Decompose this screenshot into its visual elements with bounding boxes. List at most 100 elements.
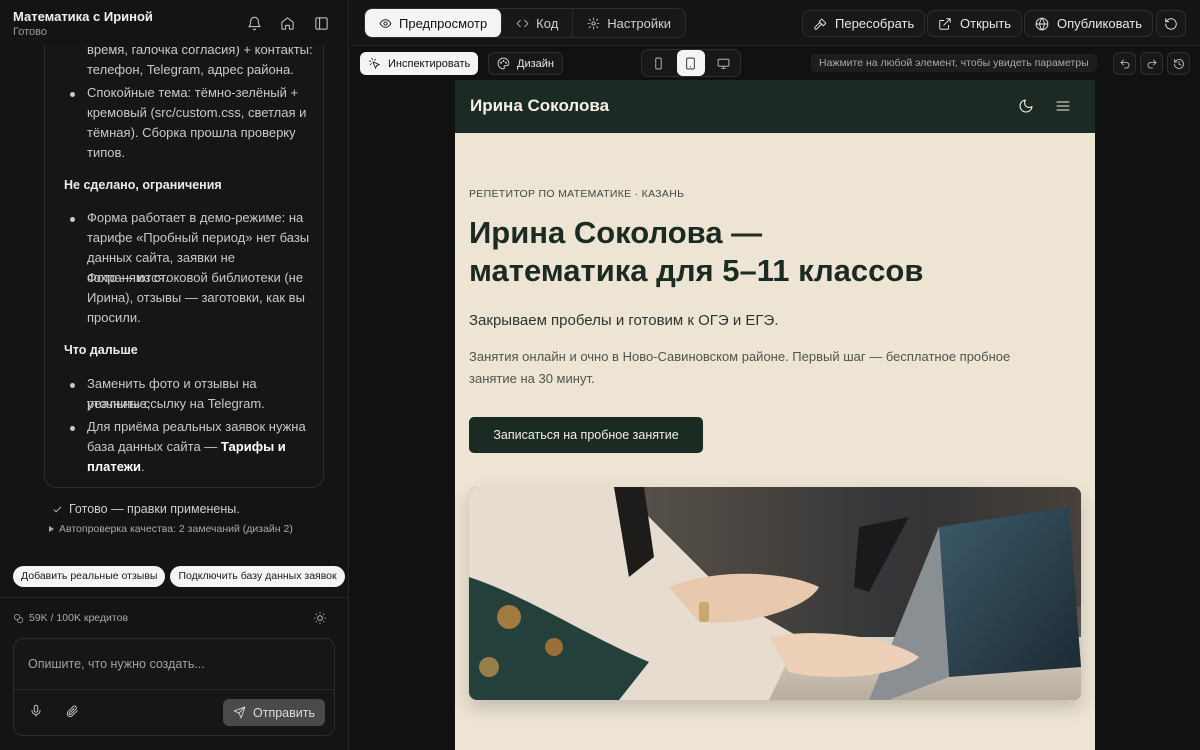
trial-lesson-button[interactable]: Записаться на пробное занятие <box>469 417 703 453</box>
send-button[interactable]: Отправить <box>223 699 325 726</box>
caret-right-icon <box>49 526 54 532</box>
undo-button[interactable] <box>1113 52 1136 75</box>
coins-icon <box>14 613 24 623</box>
quality-check-text: Автопроверка качества: 2 замечаний (диза… <box>59 523 293 535</box>
hero-photo-illustration <box>469 487 1081 700</box>
prompt-input[interactable] <box>15 640 333 688</box>
tab-code[interactable]: Код <box>502 9 574 37</box>
publish-button[interactable]: Опубликовать <box>1024 10 1154 37</box>
device-desktop[interactable] <box>710 50 738 76</box>
chat-panel: время, галочка согласия) + контакты: тел… <box>0 0 349 750</box>
pricing-link[interactable]: платежи <box>87 459 141 474</box>
site-navbar: Ирина Соколова <box>455 80 1095 133</box>
theme-toggle-button[interactable] <box>313 611 329 627</box>
redo-button[interactable] <box>1140 52 1163 75</box>
inspect-button[interactable]: Инспектировать <box>360 52 479 75</box>
message-line: типов. <box>87 145 126 160</box>
code-icon <box>516 19 529 27</box>
tab-label: Код <box>536 15 559 31</box>
design-label: Дизайн <box>517 57 554 70</box>
smartphone-icon <box>655 57 662 69</box>
message-line: Фото — из стоковой библиотеки (не <box>87 270 304 285</box>
status-done-text: Готово — правки применены. <box>69 502 240 516</box>
message-text: база данных сайта — <box>87 439 221 454</box>
monitor-icon <box>717 58 730 69</box>
inspect-hint: Нажмите на любой элемент, чтобы увидеть … <box>811 54 1097 72</box>
hero-photo <box>469 487 1081 700</box>
view-tabs: Предпросмотр Код Настройки <box>364 8 687 38</box>
send-label: Отправить <box>253 705 315 720</box>
hammer-icon <box>814 18 827 30</box>
message-line: Для приёма реальных заявок нужна <box>87 419 306 434</box>
divider <box>14 689 334 690</box>
gear-icon <box>587 17 600 29</box>
project-title: Математика с Ириной <box>13 9 153 24</box>
message-line: тарифе «Пробный период» нет базы <box>87 230 310 245</box>
menu-icon[interactable] <box>1055 98 1073 116</box>
hero-eyebrow: РЕПЕТИТОР ПО МАТЕМАТИКЕ · КАЗАНЬ <box>469 188 685 200</box>
sidebar-toggle-icon[interactable] <box>311 13 331 33</box>
design-button[interactable]: Дизайн <box>488 52 563 75</box>
sun-icon <box>314 612 326 624</box>
microphone-icon[interactable] <box>29 704 45 720</box>
cursor-click-icon <box>368 57 380 69</box>
message-line: Форма работает в демо-режиме: на <box>87 210 304 225</box>
history-button[interactable] <box>1167 52 1190 75</box>
tab-settings[interactable]: Настройки <box>573 9 685 37</box>
inspect-label: Инспектировать <box>388 57 471 70</box>
inspect-bar: Инспектировать Дизайн Нажмите на любой э… <box>350 47 1200 79</box>
redo-icon <box>1147 59 1156 68</box>
publish-label: Опубликовать <box>1057 16 1143 31</box>
site-preview: Ирина Соколова РЕПЕТИТОР ПО МАТЕМАТИКЕ ·… <box>455 80 1095 750</box>
list-bullet <box>70 217 75 222</box>
list-bullet <box>70 92 75 97</box>
suggestion-chips: Добавить реальные отзывы Подключить базу … <box>13 566 348 588</box>
rebuild-button[interactable]: Пересобрать <box>802 10 926 37</box>
message-line: платежи. <box>87 457 315 477</box>
project-status: Готово <box>13 26 47 38</box>
site-brand[interactable]: Ирина Соколова <box>470 96 609 116</box>
divider <box>0 597 348 598</box>
list-bullet <box>70 426 75 431</box>
history-icon <box>1173 58 1184 69</box>
message-line: база данных сайта — Тарифы и <box>87 437 315 457</box>
globe-icon <box>1035 17 1049 30</box>
message-line: Спокойные тема: тёмно-зелёный + <box>87 85 299 100</box>
palette-icon <box>497 57 510 70</box>
open-button[interactable]: Открыть <box>927 10 1023 37</box>
pricing-link[interactable]: Тарифы и <box>221 439 286 454</box>
paperclip-icon[interactable] <box>65 704 81 720</box>
message-line: просили. <box>87 310 141 325</box>
chat-header: Математика с Ириной Готово <box>0 0 348 46</box>
top-toolbar: Предпросмотр Код Настройки Пересобрать О… <box>350 0 1200 46</box>
hero-title-line: Ирина Соколова — <box>469 215 763 250</box>
hero-title-line: математика для 5–11 классов <box>469 253 924 288</box>
send-icon <box>233 706 246 719</box>
open-label: Открыть <box>960 16 1012 31</box>
moon-icon[interactable] <box>1018 98 1036 116</box>
hero-description: Занятия онлайн и очно в Ново-Савиновском… <box>469 346 1079 390</box>
refresh-button[interactable] <box>1156 10 1186 37</box>
device-mobile[interactable] <box>644 50 672 76</box>
hero-lead: Закрываем пробелы и готовим к ОГЭ и ЕГЭ. <box>469 312 779 329</box>
hero-title: Ирина Соколова — математика для 5–11 кла… <box>469 214 1069 290</box>
tablet-icon <box>686 57 696 69</box>
home-icon[interactable] <box>277 13 297 33</box>
tab-label: Предпросмотр <box>399 15 488 31</box>
suggestion-chip[interactable]: Добавить реальные отзывы <box>13 566 166 587</box>
message-line: Ирина), отзывы — заготовки, как вы <box>87 290 305 305</box>
bell-icon[interactable] <box>244 13 264 33</box>
external-link-icon <box>939 17 951 30</box>
composer: Отправить <box>13 638 335 736</box>
quality-check-toggle[interactable]: Автопроверка качества: 2 замечаний (диза… <box>49 523 293 535</box>
check-icon <box>53 505 62 512</box>
message-heading: Что дальше <box>64 343 138 357</box>
credits-text: 59K / 100K кредитов <box>29 612 129 624</box>
refresh-icon <box>1165 17 1177 30</box>
device-tablet[interactable] <box>676 50 705 76</box>
hero-description-line: Занятия онлайн и очно в Ново-Савиновском… <box>469 349 1011 364</box>
message-line: телефон, Telegram, адрес района. <box>87 62 294 77</box>
suggestion-chip[interactable]: Подключить базу данных заявок <box>170 566 345 587</box>
tab-preview[interactable]: Предпросмотр <box>365 9 503 37</box>
status-done: Готово — правки применены. <box>52 502 240 516</box>
